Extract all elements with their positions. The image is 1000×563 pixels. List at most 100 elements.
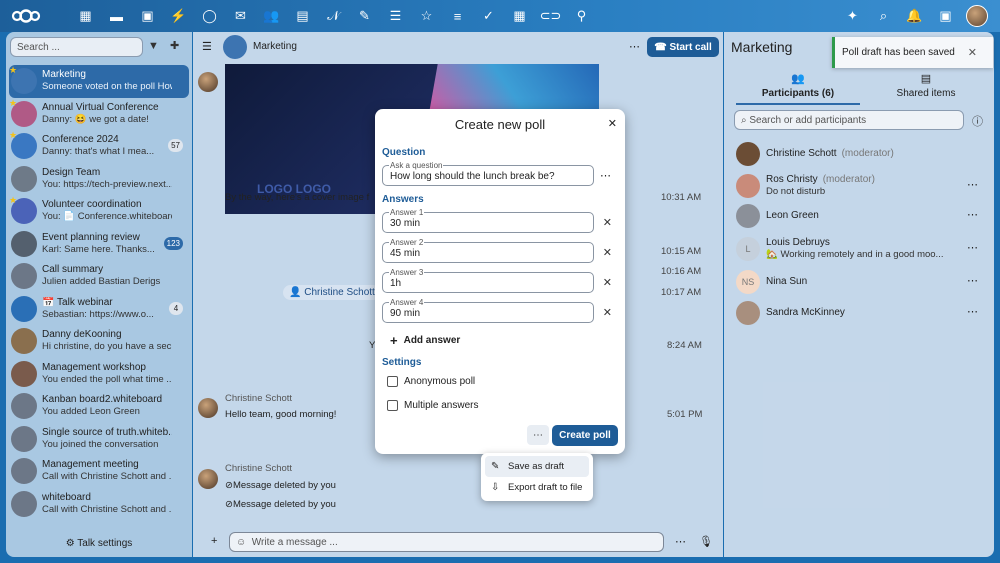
question-field[interactable]: Ask a question How long should the lunch…	[382, 161, 594, 186]
filter-icon[interactable]: ▼	[148, 40, 159, 52]
save-as-draft-item[interactable]: ✎ Save as draft	[485, 456, 589, 477]
participant-name: Sandra McKinney	[766, 307, 845, 318]
tab-participants[interactable]: 👥 Participants (6)	[736, 72, 860, 105]
answer-field[interactable]: Answer 3 1h	[382, 268, 594, 293]
participant-name-text: Louis Debruys	[766, 237, 830, 248]
conversation-text: Marketing Someone voted on the poll How..…	[42, 69, 172, 93]
assistant-icon[interactable]: ✦	[837, 0, 868, 32]
participant-name: Ros Christy (moderator)	[766, 174, 875, 185]
checkmark-icon[interactable]: ✓	[473, 0, 504, 32]
create-poll-button[interactable]: Create poll	[552, 425, 618, 446]
activity-icon[interactable]: ⚡	[163, 0, 194, 32]
checkbox-icon	[387, 400, 398, 411]
conversation-item[interactable]: Call summary Julien added Bastian Derigs	[9, 260, 189, 293]
participant-item[interactable]: Ros Christy (moderator) Do not disturb ⋯	[736, 172, 986, 200]
answer-label: Answer 2	[389, 238, 425, 247]
conversation-avatar	[11, 328, 37, 355]
multiple-answers-checkbox[interactable]: Multiple answers	[387, 400, 478, 411]
avatar	[198, 469, 218, 489]
poll-more-actions-button[interactable]: ⋯	[527, 425, 549, 445]
composer-more-icon[interactable]: ⋯	[675, 535, 686, 548]
conversation-avatar	[11, 458, 37, 485]
add-answer-button[interactable]: + Add answer	[390, 333, 460, 348]
contacts-icon[interactable]: 👥	[256, 0, 287, 32]
participant-more-icon[interactable]: ⋯	[967, 178, 978, 191]
remove-answer-icon[interactable]: ✕	[603, 306, 612, 319]
remove-answer-icon[interactable]: ✕	[603, 216, 612, 229]
close-icon[interactable]: ✕	[608, 117, 617, 130]
remove-answer-icon[interactable]: ✕	[603, 276, 612, 289]
participant-name: Nina Sun	[766, 276, 807, 287]
answers-section-title: Answers	[382, 194, 424, 205]
notifications-icon[interactable]: 🔔	[899, 0, 930, 32]
conversation-last-message: Someone voted on the poll How...	[42, 81, 172, 93]
conversation-item[interactable]: 📅 Talk webinar Sebastian: https://www.o..…	[9, 293, 189, 326]
conversation-item[interactable]: Management meeting Call with Christine Sc…	[9, 455, 189, 488]
conversation-item[interactable]: Management workshop You ended the poll wh…	[9, 358, 189, 391]
calendar-icon[interactable]: ▤	[287, 0, 318, 32]
export-draft-item[interactable]: ⇩ Export draft to file	[485, 477, 589, 498]
user-avatar[interactable]	[961, 0, 992, 32]
participant-more-icon[interactable]: ⋯	[967, 208, 978, 221]
nextcloud-logo[interactable]	[6, 0, 46, 32]
conversation-list: ★ Marketing Someone voted on the poll How.…	[9, 65, 189, 520]
participant-item[interactable]: Leon Green ⋯	[736, 202, 986, 230]
participant-item[interactable]: L Louis Debruys 🏡 Working remotely and in …	[736, 235, 986, 263]
question-more-icon[interactable]: ⋯	[600, 169, 611, 182]
toggle-sidebar-icon[interactable]: ☰	[202, 40, 212, 53]
participant-more-icon[interactable]: ⋯	[967, 305, 978, 318]
maps-icon[interactable]: ⚲	[566, 0, 597, 32]
anonymous-poll-checkbox[interactable]: Anonymous poll	[387, 376, 475, 387]
remove-answer-icon[interactable]: ✕	[603, 246, 612, 259]
answer-field[interactable]: Answer 2 45 min	[382, 238, 594, 263]
answer-value: 30 min	[390, 218, 421, 229]
conversation-item[interactable]: ★ Annual Virtual Conference Danny: 😆 we go…	[9, 98, 189, 131]
participant-item[interactable]: Christine Schott (moderator)	[736, 140, 986, 168]
participant-more-icon[interactable]: ⋯	[967, 241, 978, 254]
deck-icon[interactable]: ☰	[380, 0, 411, 32]
conversation-name: 📅 Talk webinar	[42, 296, 113, 308]
tables-icon[interactable]: ▦	[504, 0, 535, 32]
microphone-icon[interactable]: 🎙	[699, 535, 713, 548]
room-more-icon[interactable]: ⋯	[629, 40, 640, 53]
tasks-list-icon[interactable]: ≡	[442, 0, 473, 32]
info-icon[interactable]: ⓘ	[972, 113, 983, 129]
start-call-button[interactable]: ☎ Start call	[647, 37, 719, 57]
conversation-item[interactable]: ★ Volunteer coordination You: 📄 Conference…	[9, 195, 189, 228]
message-input[interactable]: ☺ Write a message ...	[229, 532, 664, 552]
participant-search-input[interactable]: ⌕ Search or add participants	[734, 110, 964, 130]
conversation-item[interactable]: whiteboard Call with Christine Schott and…	[9, 488, 189, 521]
mention-chip[interactable]: 👤 Christine Schott	[283, 285, 381, 300]
edit-icon[interactable]: ✎	[349, 0, 380, 32]
conversation-item[interactable]: Danny deKooning Hi christine, do you have…	[9, 325, 189, 358]
conversation-item[interactable]: Event planning review Karl: Same here. Th…	[9, 228, 189, 261]
answer-field[interactable]: Answer 4 90 min	[382, 298, 594, 323]
tab-shared-items[interactable]: ▤ Shared items	[864, 72, 988, 99]
dashboard-icon[interactable]: ▦	[70, 0, 101, 32]
talk-icon[interactable]: ◯	[194, 0, 225, 32]
conversation-item[interactable]: Design Team You: https://tech-preview.nex…	[9, 163, 189, 196]
toast-message: Poll draft has been saved	[842, 47, 955, 58]
files-icon[interactable]: ▬	[101, 0, 132, 32]
favorites-icon[interactable]: ☆	[411, 0, 442, 32]
answer-field[interactable]: Answer 1 30 min	[382, 208, 594, 233]
conversation-search-input[interactable]: Search ...	[10, 37, 143, 57]
conversation-item[interactable]: Kanban board2.whiteboard You added Leon G…	[9, 390, 189, 423]
notes-icon[interactable]: 𝒩	[318, 0, 349, 32]
photos-icon[interactable]: ▣	[132, 0, 163, 32]
new-conversation-icon[interactable]: ✚	[170, 39, 179, 52]
participant-more-icon[interactable]: ⋯	[967, 274, 978, 287]
participants-icon: 👥	[791, 73, 805, 85]
contacts-menu-icon[interactable]: ▣	[930, 0, 961, 32]
talk-settings-button[interactable]: ⚙ Talk settings	[6, 538, 192, 549]
participant-item[interactable]: Sandra McKinney ⋯	[736, 299, 986, 327]
conversation-item[interactable]: ★ Conference 2024 Danny: that's what I mea…	[9, 130, 189, 163]
add-attachment-icon[interactable]: +	[211, 535, 217, 547]
participant-item[interactable]: NS Nina Sun ⋯	[736, 268, 986, 296]
conversation-item[interactable]: ★ Marketing Someone voted on the poll How.…	[9, 65, 189, 98]
search-icon[interactable]: ⌕	[868, 0, 899, 32]
link-icon[interactable]: ⊂⊃	[535, 0, 566, 32]
close-icon[interactable]: ✕	[968, 46, 977, 59]
mail-icon[interactable]: ✉	[225, 0, 256, 32]
conversation-item[interactable]: Single source of truth.whiteb... You join…	[9, 423, 189, 456]
